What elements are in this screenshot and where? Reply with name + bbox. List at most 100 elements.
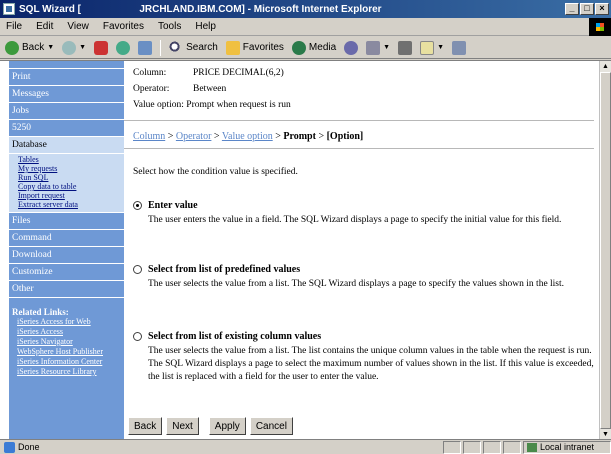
nav-link-run-sql[interactable]: Run SQL (18, 173, 124, 182)
nav-item-messages[interactable]: Messages (9, 86, 124, 103)
wizard-panel: Column: PRICE DECIMAL(6,2) Operator: Bet… (124, 61, 598, 440)
option-description: The user selects the value from a list. … (148, 279, 565, 289)
crumb-value-option[interactable]: Value option (222, 131, 273, 142)
related-link[interactable]: iSeries Information Center (12, 357, 124, 367)
cancel-button[interactable]: Cancel (249, 417, 293, 435)
nav-link-my-requests[interactable]: My requests (18, 164, 124, 173)
status-cell (463, 440, 481, 454)
radio-predefined-values[interactable] (133, 265, 142, 274)
menu-favorites[interactable]: Favorites (96, 21, 151, 32)
back-button[interactable]: Back ▼ (3, 39, 56, 57)
back-arrow-icon (5, 40, 19, 55)
nav-item-database[interactable]: Database (9, 137, 124, 154)
menu-tools[interactable]: Tools (151, 21, 188, 32)
menu-file[interactable]: File (0, 21, 29, 32)
nav-item-download[interactable]: Download (9, 247, 124, 264)
chevron-down-icon: ▼ (437, 44, 445, 51)
breadcrumb: Column > Operator > Value option > Promp… (133, 131, 364, 142)
nav-item-files[interactable]: Files (9, 213, 124, 230)
crumb-operator[interactable]: Operator (176, 131, 212, 142)
value-option-info: Value option: Prompt when request is run (133, 100, 291, 110)
menu-edit[interactable]: Edit (29, 21, 60, 32)
nav-item-customize[interactable]: Customize (9, 264, 124, 281)
favorites-icon (225, 40, 240, 55)
related-link[interactable]: iSeries Access (12, 327, 124, 337)
column-info: Column: PRICE DECIMAL(6,2) (133, 68, 284, 78)
nav-item-jobs[interactable]: Jobs (9, 103, 124, 120)
intranet-icon (527, 442, 537, 452)
related-link[interactable]: iSeries Resource Library (12, 367, 124, 377)
database-submenu: Tables My requests Run SQL Copy data to … (9, 154, 124, 213)
minimize-button[interactable]: _ (565, 3, 579, 15)
related-links-title: Related Links: (12, 307, 69, 317)
menu-help[interactable]: Help (188, 21, 223, 32)
menu-view[interactable]: View (60, 21, 96, 32)
nav-link-tables[interactable]: Tables (18, 155, 124, 164)
nav-item-other[interactable]: Other (9, 281, 124, 298)
radio-existing-values[interactable] (133, 332, 142, 341)
scroll-up-icon[interactable]: ▲ (600, 61, 611, 72)
operator-value: Between (193, 84, 227, 94)
left-navigation: Print Messages Jobs 5250 Database Tables… (9, 61, 124, 440)
search-icon (169, 40, 184, 55)
media-icon (291, 40, 306, 55)
divider (124, 148, 594, 149)
stop-button[interactable] (92, 39, 110, 57)
option-label[interactable]: Select from list of predefined values (148, 264, 300, 275)
crumb-option: [Option] (326, 131, 364, 142)
apply-button[interactable]: Apply (208, 417, 246, 435)
forward-button[interactable]: ▼ (60, 39, 88, 57)
edit-button[interactable]: ▼ (418, 39, 446, 57)
radio-enter-value[interactable] (133, 201, 142, 210)
search-button[interactable]: Search (167, 39, 220, 57)
home-button[interactable] (136, 39, 154, 57)
mail-button[interactable]: ▼ (364, 39, 392, 57)
nav-item-5250[interactable]: 5250 (9, 120, 124, 137)
scroll-thumb[interactable] (600, 72, 611, 429)
refresh-button[interactable] (114, 39, 132, 57)
wizard-buttons: Back Next Apply Cancel (128, 417, 293, 435)
print-button[interactable] (396, 39, 414, 57)
favorites-button[interactable]: Favorites (224, 39, 286, 57)
divider (124, 120, 594, 121)
column-value: PRICE DECIMAL(6,2) (193, 68, 284, 78)
related-link[interactable]: WebSphere Host Publisher (12, 347, 124, 357)
status-cell (483, 440, 501, 454)
maximize-button[interactable]: □ (580, 3, 594, 15)
print-icon (398, 40, 413, 55)
nav-link-extract-server-data[interactable]: Extract server data (18, 200, 124, 209)
option-predefined-values: Select from list of predefined values Th… (133, 264, 595, 291)
chevron-down-icon: ▼ (79, 44, 87, 51)
vertical-scrollbar[interactable]: ▲ ▼ (599, 61, 611, 440)
option-description: The user selects the value from a list. … (148, 346, 594, 382)
option-enter-value: Enter value The user enters the value in… (133, 200, 595, 227)
close-button[interactable]: × (595, 3, 609, 15)
nav-item-command[interactable]: Command (9, 230, 124, 247)
status-text: Done (18, 442, 40, 452)
refresh-icon (116, 40, 131, 55)
next-button[interactable]: Next (166, 417, 199, 435)
option-label[interactable]: Enter value (148, 200, 198, 211)
page-content: Print Messages Jobs 5250 Database Tables… (0, 60, 611, 440)
crumb-column[interactable]: Column (133, 131, 165, 142)
window-title: SQL Wizard [ JRCHLAND.IBM.COM] - Microso… (19, 3, 382, 15)
nav-top-spacer (9, 61, 124, 69)
related-link[interactable]: iSeries Navigator (12, 337, 124, 347)
instruction-text: Select how the condition value is specif… (133, 167, 298, 177)
history-button[interactable] (342, 39, 360, 57)
nav-link-copy-data[interactable]: Copy data to table (18, 182, 124, 191)
title-bar: SQL Wizard [ JRCHLAND.IBM.COM] - Microso… (0, 0, 611, 18)
related-links: Related Links: iSeries Access for Web iS… (9, 298, 124, 377)
security-zone: Local intranet (523, 440, 611, 454)
related-link[interactable]: iSeries Access for Web (12, 317, 124, 327)
media-button[interactable]: Media (290, 39, 338, 57)
option-label[interactable]: Select from list of existing column valu… (148, 331, 321, 342)
nav-item-print[interactable]: Print (9, 69, 124, 86)
nav-link-import-request[interactable]: Import request (18, 191, 124, 200)
discuss-button[interactable] (450, 39, 468, 57)
back-wizard-button[interactable]: Back (128, 417, 163, 435)
status-cell (443, 440, 461, 454)
discuss-icon (452, 40, 467, 55)
history-icon (344, 40, 359, 55)
mail-icon (366, 40, 381, 55)
